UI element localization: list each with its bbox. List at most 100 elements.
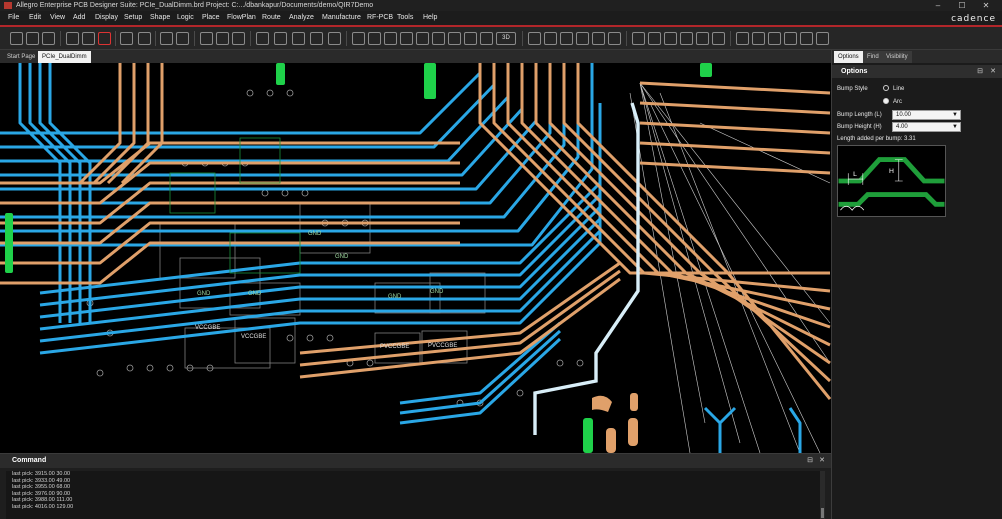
close-panel-icon[interactable]: ✕ (819, 454, 825, 468)
redraw-icon[interactable] (480, 32, 493, 45)
redo-icon[interactable] (138, 32, 151, 45)
dock-icon[interactable]: ⊟ (807, 454, 813, 468)
bump-diagram: L H (837, 145, 946, 217)
menu-analyze[interactable]: Analyze (289, 11, 314, 25)
undo-icon[interactable] (120, 32, 133, 45)
options-title: Options (841, 68, 868, 75)
menu-file[interactable]: File (8, 11, 19, 25)
log-line: last pick: 3988.00 111.00 (12, 497, 73, 504)
add-connect-icon[interactable] (216, 32, 229, 45)
zoom-previous-icon[interactable] (448, 32, 461, 45)
command-scrollbar[interactable] (820, 471, 825, 519)
menu-rf-pcb[interactable]: RF-PCB (367, 11, 393, 25)
shape-edit-icon[interactable] (816, 32, 829, 45)
tab-start-page[interactable]: Start Page (3, 51, 39, 63)
new-file-icon[interactable] (10, 32, 23, 45)
log-line: last pick: 4016.00 129.00 (12, 503, 74, 510)
menu-edit[interactable]: Edit (29, 11, 41, 25)
shadow-mode-icon[interactable] (544, 32, 557, 45)
menu-help[interactable]: Help (423, 11, 437, 25)
menu-view[interactable]: View (50, 11, 65, 25)
ratsnest-icon[interactable] (576, 32, 589, 45)
menu-flowplan[interactable]: FlowPlan (227, 11, 256, 25)
cadence-logo: cadence (951, 14, 996, 24)
grid-toggle-icon[interactable] (352, 32, 365, 45)
unrats-icon[interactable] (176, 32, 189, 45)
radio-arc[interactable] (883, 98, 889, 104)
zoom-fit-icon[interactable] (400, 32, 413, 45)
menu-manufacture[interactable]: Manufacture (322, 11, 361, 25)
copy-icon[interactable] (82, 32, 95, 45)
zoom-out-icon[interactable] (432, 32, 445, 45)
tab-pcie-dualdimm[interactable]: PCIe_DualDimm (38, 51, 91, 63)
label-gnd-3: GND (335, 254, 349, 260)
measure-icon[interactable] (608, 32, 621, 45)
spread-icon[interactable] (328, 32, 341, 45)
add-line-icon[interactable] (200, 32, 213, 45)
bump-length-field[interactable]: 10.00 ▼ (892, 110, 961, 120)
menu-setup[interactable]: Setup (124, 11, 142, 25)
3d-view-dropdown[interactable]: 3D (496, 32, 516, 45)
shape-select-icon[interactable] (784, 32, 797, 45)
delete-icon[interactable] (98, 32, 111, 45)
log-line: last pick: 3955.00 68.00 (12, 484, 71, 491)
minimize-button[interactable]: – (926, 0, 950, 11)
diagram-length-label: L (853, 171, 857, 178)
radio-line[interactable] (883, 85, 889, 91)
drc-icon[interactable] (648, 32, 661, 45)
menu-logic[interactable]: Logic (177, 11, 194, 25)
app-logo-icon (4, 2, 12, 9)
tab-find[interactable]: Find (863, 51, 883, 63)
allegro-window: Allegro Enterprise PCB Designer Suite: P… (0, 0, 1002, 519)
custom-smooth-icon[interactable] (292, 32, 305, 45)
show-element-icon[interactable] (592, 32, 605, 45)
menu-tools[interactable]: Tools (397, 11, 413, 25)
toolbar-separator (730, 31, 731, 46)
menu-display[interactable]: Display (95, 11, 118, 25)
delay-tune-icon[interactable] (274, 32, 287, 45)
toolbar-separator (626, 31, 627, 46)
layer-visibility-icon[interactable] (560, 32, 573, 45)
close-panel-icon[interactable]: ✕ (990, 65, 996, 78)
zoom-selection-icon[interactable] (464, 32, 477, 45)
dock-icon[interactable]: ⊟ (977, 65, 983, 78)
vertex-icon[interactable] (310, 32, 323, 45)
bump-height-field[interactable]: 4.00 ▼ (892, 122, 961, 132)
report-icon[interactable] (664, 32, 677, 45)
zoom-world-icon[interactable] (368, 32, 381, 45)
menu-route[interactable]: Route (262, 11, 281, 25)
open-file-icon[interactable] (26, 32, 39, 45)
move-icon[interactable] (66, 32, 79, 45)
save-icon[interactable] (42, 32, 55, 45)
tab-visibility[interactable]: Visibility (882, 51, 912, 63)
label-gnd-1: GND (197, 291, 211, 297)
shape-circle-icon[interactable] (768, 32, 781, 45)
menu-place[interactable]: Place (202, 11, 220, 25)
scrollbar-thumb[interactable] (821, 508, 824, 518)
label-vccgbe-2: VCCGBE (241, 334, 266, 340)
shape-polygon-icon[interactable] (736, 32, 749, 45)
shape-rectangle-icon[interactable] (752, 32, 765, 45)
chevron-down-icon: ▼ (952, 112, 958, 118)
color-dialog-icon[interactable] (528, 32, 541, 45)
log-line: last pick: 3915.00 30.00 (12, 471, 71, 477)
dehighlight-icon[interactable] (712, 32, 725, 45)
pin-swap-icon[interactable] (680, 32, 693, 45)
menu-add[interactable]: Add (73, 11, 85, 25)
zoom-points-icon[interactable] (384, 32, 397, 45)
highlight-icon[interactable] (696, 32, 709, 45)
close-window-button[interactable]: ✕ (974, 0, 998, 11)
info-icon[interactable] (632, 32, 645, 45)
shape-void-icon[interactable] (800, 32, 813, 45)
label-gnd-6: GND (308, 231, 322, 237)
slide-icon[interactable] (256, 32, 269, 45)
tab-options[interactable]: Options (834, 51, 863, 63)
add-text-icon[interactable] (232, 32, 245, 45)
zoom-in-icon[interactable] (416, 32, 429, 45)
pick-icon[interactable] (160, 32, 173, 45)
toolbar-separator (522, 31, 523, 46)
pcb-board-canvas[interactable]: GND GND GND GND GND GND VCCGBE VCCGBE PV… (0, 63, 831, 453)
maximize-button[interactable]: ☐ (950, 0, 974, 11)
menu-shape[interactable]: Shape (150, 11, 170, 25)
command-log[interactable]: last pick: 3915.00 30.00 last pick: 3933… (6, 471, 822, 519)
